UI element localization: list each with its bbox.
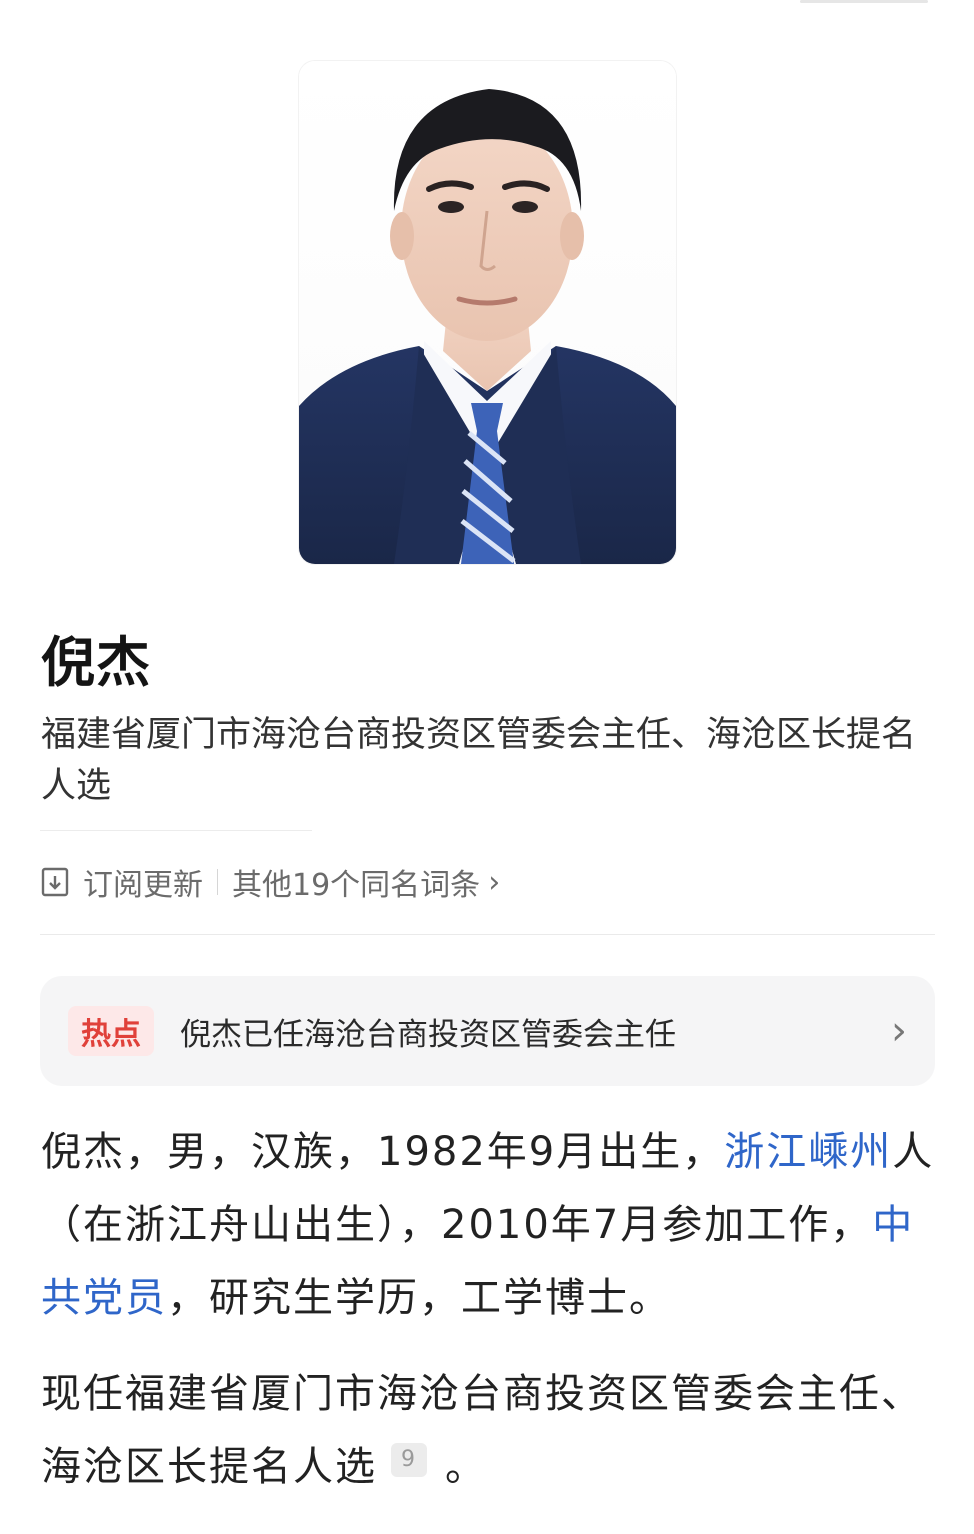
citation-badge[interactable]: 9	[391, 1442, 427, 1477]
same-name-entries-link[interactable]: 其他19个同名词条 ›	[232, 860, 500, 904]
portrait-photo[interactable]	[299, 61, 676, 564]
position-paragraph: 现任福建省厦门市海沧台商投资区管委会主任、海沧区长提名人选 9。	[41, 1358, 941, 1504]
meta-row: 订阅更新 其他19个同名词条 ›	[41, 858, 500, 906]
intro-text: 倪杰，男，汉族，1982年9月出生，	[41, 1129, 725, 1175]
divider	[40, 934, 935, 935]
intro-text: ，研究生学历，工学博士。	[167, 1275, 671, 1321]
top-handle	[800, 0, 928, 3]
subscribe-label: 订阅更新	[83, 868, 203, 903]
page-subtitle: 福建省厦门市海沧台商投资区管委会主任、海沧区长提名人选	[41, 715, 917, 806]
divider	[40, 830, 312, 831]
page-title: 倪杰	[41, 631, 151, 694]
hot-badge: 热点	[68, 1006, 154, 1056]
position-text-end: 。	[445, 1444, 487, 1490]
intro-paragraph: 倪杰，男，汉族，1982年9月出生，浙江嵊州人（在浙江舟山出生），2010年7月…	[41, 1116, 941, 1335]
same-name-label: 其他19个同名词条	[232, 868, 481, 903]
chevron-right-icon: ›	[891, 1008, 907, 1054]
portrait-illustration	[299, 89, 676, 564]
subscribe-button[interactable]: 订阅更新	[41, 860, 203, 904]
hot-news-card[interactable]: 热点 倪杰已任海沧台商投资区管委会主任 ›	[40, 976, 935, 1086]
bookmark-icon	[41, 867, 69, 897]
separator	[217, 869, 218, 895]
chevron-right-icon: ›	[488, 864, 501, 900]
link-zhejiang-shengzhou[interactable]: 浙江嵊州	[724, 1129, 892, 1175]
hot-news-text: 倪杰已任海沧台商投资区管委会主任	[180, 1016, 676, 1053]
